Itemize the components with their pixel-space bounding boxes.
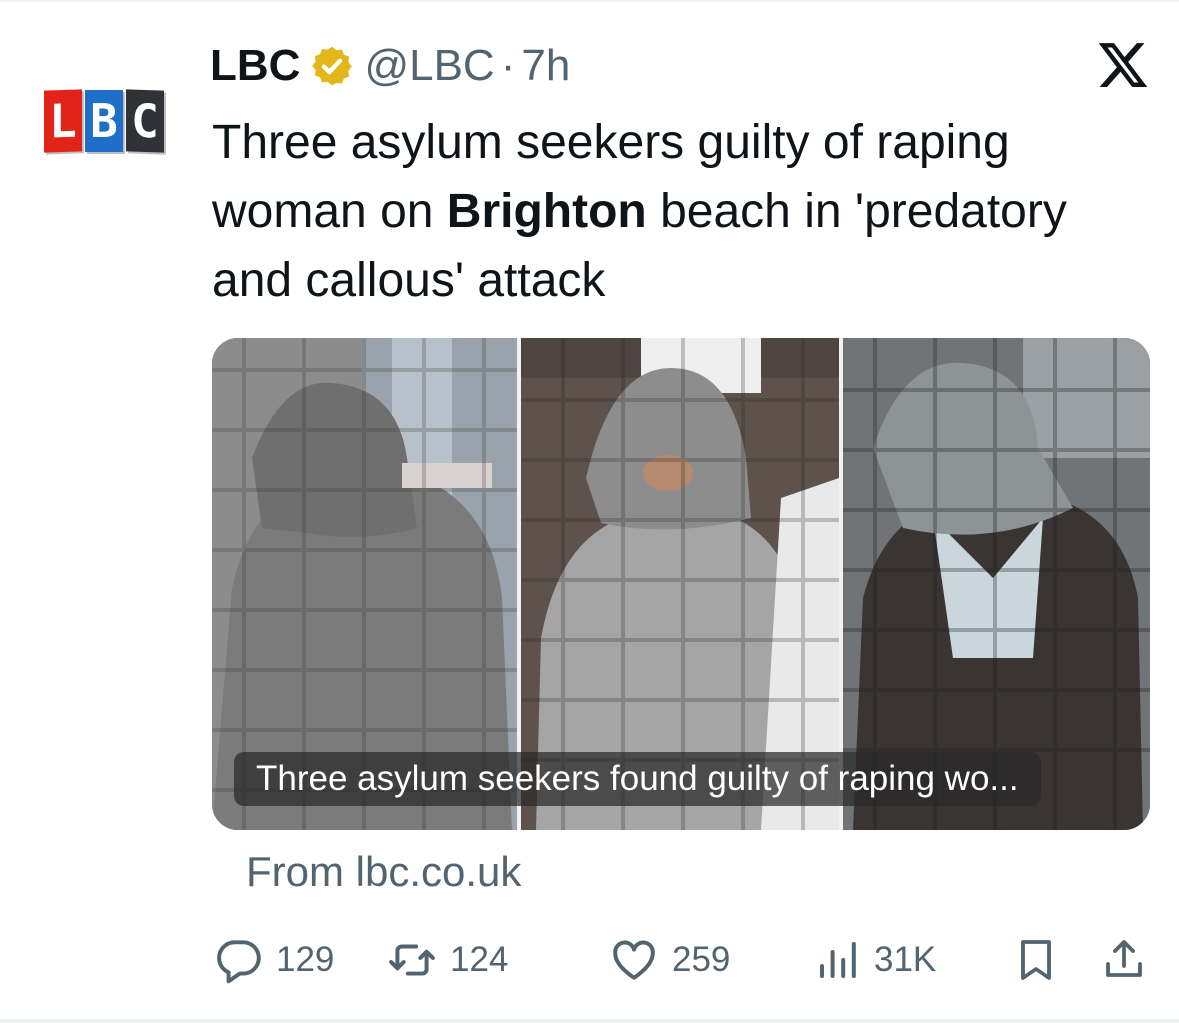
card-source-link[interactable]: From lbc.co.uk	[246, 848, 521, 896]
bottom-divider	[0, 1019, 1179, 1023]
reply-button[interactable]: 129	[214, 925, 334, 995]
handle[interactable]: @LBC	[364, 41, 494, 91]
share-icon	[1106, 940, 1142, 977]
logo-letter-l: L	[44, 89, 82, 153]
link-card-image[interactable]: Three asylum seekers found guilty of rap…	[212, 338, 1150, 830]
views-count: 31K	[874, 940, 937, 979]
views-button[interactable]: 31K	[814, 925, 936, 995]
timestamp[interactable]: 7h	[521, 41, 570, 91]
tweet-text-bold: Brighton	[446, 185, 647, 238]
separator-dot: ·	[500, 41, 516, 90]
avatar[interactable]: L B C	[44, 89, 168, 154]
x-logo-icon	[1098, 43, 1148, 88]
views-icon	[820, 942, 856, 978]
bookmark-button[interactable]	[1012, 925, 1072, 995]
reply-count: 129	[276, 940, 335, 979]
logo-letter-b: B	[85, 90, 123, 152]
reply-icon	[217, 940, 261, 984]
top-divider	[0, 0, 1179, 2]
like-button[interactable]: 259	[608, 925, 730, 995]
retweet-button[interactable]: 124	[386, 925, 508, 995]
share-button[interactable]	[1100, 925, 1160, 995]
tweet-header: LBC @LBC · 7h	[210, 36, 570, 96]
heart-icon	[613, 940, 655, 980]
like-count: 259	[672, 940, 731, 979]
retweet-count: 124	[450, 940, 509, 979]
logo-letter-c: C	[126, 89, 164, 153]
tweet-text: Three asylum seekers guilty of raping wo…	[212, 108, 1142, 315]
card-caption: Three asylum seekers found guilty of rap…	[234, 752, 1041, 806]
action-bar: 129 124 259 31K	[0, 925, 1179, 995]
retweet-icon	[389, 944, 435, 976]
bookmark-icon	[1021, 940, 1051, 980]
display-name[interactable]: LBC	[210, 41, 300, 91]
verified-badge-icon	[312, 46, 353, 86]
